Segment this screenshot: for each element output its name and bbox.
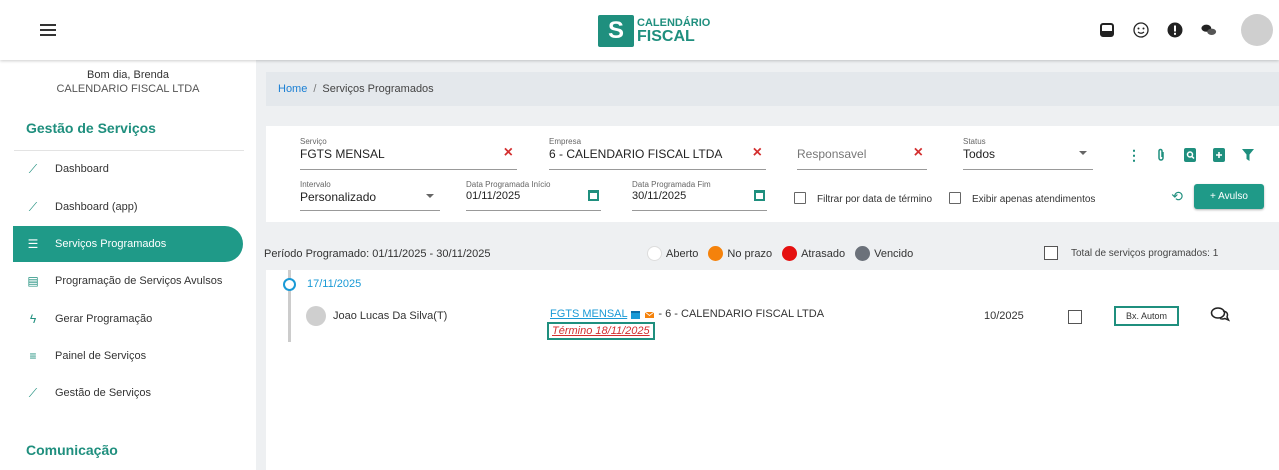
history-icon[interactable]: ⟲ — [1171, 188, 1183, 205]
sidebar-item-servicos-avulsos[interactable]: ▤ Programação de Serviços Avulsos — [13, 263, 243, 299]
legend-dot-aberto — [647, 246, 662, 261]
filtrar-termino-label: Filtrar por data de término — [817, 194, 933, 205]
total-label: Total de serviços programados: 1 — [1071, 248, 1219, 259]
bolt-icon: ϟ — [29, 312, 37, 326]
responsible-name: Joao Lucas Da Silva(T) — [333, 310, 448, 322]
comments-icon[interactable] — [1210, 306, 1231, 327]
sidebar-item-gestao[interactable]: ⟋ Gestão de Serviços — [13, 375, 243, 411]
bx-autom-button[interactable]: Bx. Autom — [1114, 306, 1179, 326]
list-icon: ☰ — [27, 237, 39, 251]
menu-icon[interactable] — [40, 24, 56, 36]
company-name: CALENDARIO FISCAL LTDA — [56, 83, 200, 95]
row-checkbox[interactable] — [1068, 310, 1082, 324]
sidebar-item-gerar-programacao[interactable]: ϟ Gerar Programação — [13, 301, 243, 337]
period-bar: Período Programado: 01/11/2025 - 30/11/2… — [256, 238, 1279, 270]
legend-vencido: Vencido — [874, 247, 914, 260]
app-logo[interactable]: S CALENDÁRIO FISCAL — [598, 15, 710, 47]
clear-icon[interactable]: × — [504, 144, 513, 162]
more-vert-icon[interactable]: ⋮ — [1127, 147, 1141, 163]
inbox-icon[interactable] — [1099, 22, 1115, 38]
chat-icon[interactable] — [1201, 22, 1217, 38]
sidebar-item-dashboard-app[interactable]: ⟋ Dashboard (app) — [13, 189, 243, 225]
competencia: 10/2025 — [984, 310, 1024, 322]
greeting-text: Bom dia, Brenda — [87, 69, 169, 81]
section-gestao-title: Gestão de Serviços — [26, 120, 156, 136]
sidebar-item-painel[interactable]: ≡ Painel de Serviços — [13, 338, 243, 374]
search-doc-icon[interactable] — [1183, 148, 1197, 162]
legend-no-prazo: No prazo — [727, 247, 773, 260]
legend-aberto: Aberto — [666, 247, 699, 260]
breadcrumb-separator: / — [313, 83, 317, 95]
legend-dot-vencido — [855, 246, 871, 261]
chart-icon: ⟋ — [28, 199, 38, 214]
clear-icon[interactable]: × — [914, 144, 923, 162]
legend-atrasado: Atrasado — [801, 247, 846, 260]
intervalo-select[interactable]: Intervalo Personalizado — [300, 180, 440, 211]
legend-dot-atrasado — [782, 246, 798, 261]
logo-mark-icon: S — [598, 15, 634, 47]
timeline-date: 17/11/2025 — [307, 278, 362, 290]
period-text: Período Programado: 01/11/2025 - 30/11/2… — [264, 248, 491, 260]
section-comunicacao-title: Comunicação — [26, 442, 118, 458]
sidebar-item-servicos-programados[interactable]: ☰ Serviços Programados — [13, 226, 243, 262]
logo-line1: CALENDÁRIO — [637, 16, 711, 29]
exibir-atendimentos-label: Exibir apenas atendimentos — [972, 194, 1096, 205]
service-list: 17/11/2025 Joao Lucas Da Silva(T) FGTS M… — [266, 270, 1279, 470]
service-link[interactable]: FGTS MENSAL — [550, 308, 627, 320]
chart-icon: ⟋ — [28, 161, 38, 176]
avatar — [306, 306, 326, 326]
calendar-mini-icon — [631, 310, 641, 320]
breadcrumb-current: Serviços Programados — [322, 83, 434, 95]
status-select[interactable]: Status Todos — [963, 137, 1093, 170]
legend-dot-no-prazo — [708, 246, 724, 261]
timeline-dot — [283, 278, 296, 291]
sidebar-item-dashboard[interactable]: ⟋ Dashboard — [13, 151, 243, 187]
chart-icon: ⟋ — [28, 385, 38, 400]
calendar-icon[interactable] — [588, 190, 599, 201]
mail-mini-icon — [645, 310, 655, 319]
calendar-icon[interactable] — [754, 190, 765, 201]
exibir-atendimentos-checkbox[interactable] — [949, 192, 961, 204]
filtrar-termino-checkbox[interactable] — [794, 192, 806, 204]
top-bar: S CALENDÁRIO FISCAL — [0, 0, 1279, 60]
smiley-icon[interactable] — [1133, 22, 1149, 38]
select-all-checkbox[interactable] — [1044, 246, 1058, 260]
add-doc-icon[interactable] — [1212, 148, 1226, 162]
filter-panel: Serviço FGTS MENSAL × Empresa 6 - CALEND… — [266, 126, 1279, 222]
table-icon: ▤ — [27, 274, 39, 288]
filter-icon[interactable] — [1241, 148, 1255, 162]
status-legend: Aberto No prazo Atrasado Vencido — [647, 246, 919, 261]
data-inicio-field[interactable]: Data Programada Início 01/11/2025 — [466, 180, 601, 211]
list-icon: ≡ — [29, 349, 37, 363]
sidebar: Bom dia, Brenda CALENDARIO FISCAL LTDA G… — [0, 60, 256, 470]
attach-icon[interactable] — [1154, 148, 1168, 162]
breadcrumb-home[interactable]: Home — [278, 83, 307, 95]
alert-icon[interactable] — [1167, 22, 1183, 38]
service-company: - 6 - CALENDARIO FISCAL LTDA — [658, 308, 825, 320]
add-avulso-button[interactable]: + Avulso — [1194, 184, 1264, 209]
termino-date: Término 18/11/2025 — [547, 322, 655, 340]
responsavel-field[interactable]: Responsavel × — [797, 137, 927, 170]
empresa-field[interactable]: Empresa 6 - CALENDARIO FISCAL LTDA × — [549, 137, 766, 170]
service-description: FGTS MENSAL - 6 - CALENDARIO FISCAL LTDA — [550, 308, 824, 320]
chevron-down-icon — [1079, 151, 1087, 155]
user-avatar[interactable] — [1241, 14, 1273, 46]
data-fim-field[interactable]: Data Programada Fim 30/11/2025 — [632, 180, 767, 211]
servico-field[interactable]: Serviço FGTS MENSAL × — [300, 137, 517, 170]
clear-icon[interactable]: × — [753, 144, 762, 162]
breadcrumb: Home / Serviços Programados — [266, 72, 1279, 106]
chevron-down-icon — [426, 194, 434, 198]
logo-line2: FISCAL — [637, 27, 695, 45]
